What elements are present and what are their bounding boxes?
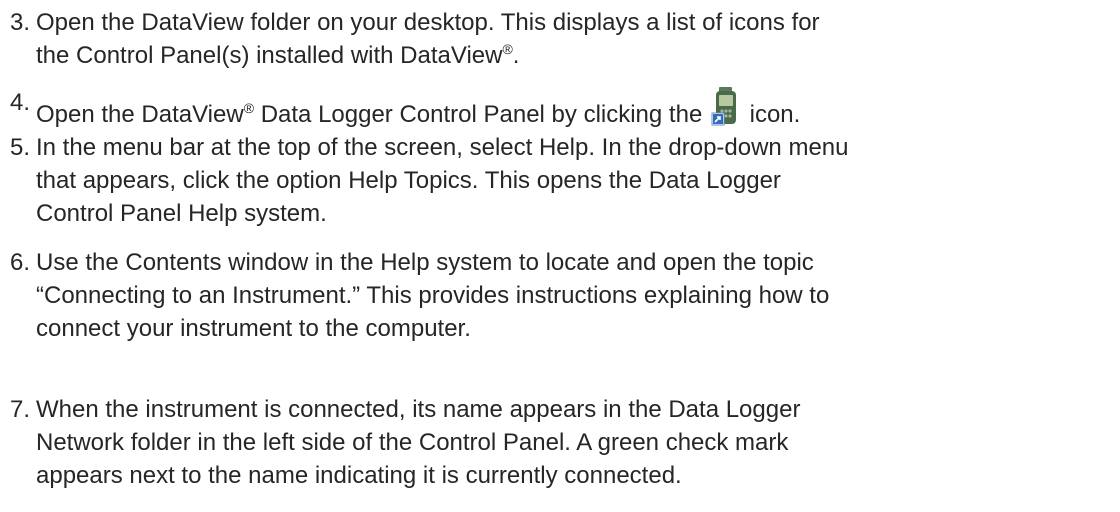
step-7-line-1: When the instrument is connected, its na…	[36, 396, 801, 423]
step-text: In the menu bar at the top of the screen…	[36, 131, 1120, 230]
data-logger-control-panel-icon[interactable]	[711, 86, 741, 128]
step-7-line-3: appears next to the name indicating it i…	[36, 462, 682, 489]
step-5-line-3: Control Panel Help system.	[36, 200, 327, 227]
step-6-line-3: connect your instrument to the computer.	[36, 315, 471, 342]
step-5-line-2: that appears, click the option Help Topi…	[36, 167, 781, 194]
step-number: 7.	[10, 396, 31, 423]
step-number: 3.	[10, 9, 31, 36]
step-6-line-1: Use the Contents window in the Help syst…	[36, 249, 814, 276]
step-text: Open the DataView® Data Logger Control P…	[36, 86, 1120, 131]
step-text: Use the Contents window in the Help syst…	[36, 246, 1120, 345]
step-4-part-3: icon.	[742, 101, 801, 128]
step-4-part-2: Data Logger Control Panel by clicking th…	[254, 101, 709, 128]
step-number: 4.	[10, 89, 31, 116]
registered-mark: ®	[243, 100, 255, 116]
step-3-line-1: Open the DataView folder on your desktop…	[36, 9, 820, 36]
data-logger-device-icon	[711, 87, 736, 126]
step-6-line-2: “Connecting to an Instrument.” This prov…	[36, 282, 830, 309]
registered-mark: ®	[502, 41, 513, 57]
step-number: 6.	[10, 249, 31, 276]
step-text: Open the DataView folder on your desktop…	[36, 6, 1120, 72]
step-3-line-2-end: .	[512, 42, 520, 69]
instruction-document: 3. Open the DataView folder on your desk…	[0, 0, 1120, 512]
step-number: 5.	[10, 134, 31, 161]
step-3-line-2: the Control Panel(s) installed with Data…	[36, 39, 1120, 72]
step-4-line-1: Open the DataView® Data Logger Control P…	[36, 86, 1120, 131]
step-7-line-2: Network folder in the left side of the C…	[36, 429, 789, 456]
step-3-line-2-text: the Control Panel(s) installed with Data…	[36, 42, 503, 69]
step-text: When the instrument is connected, its na…	[36, 393, 1120, 492]
step-4-part-1: Open the DataView	[36, 101, 244, 128]
step-5-line-1: In the menu bar at the top of the screen…	[36, 134, 849, 161]
